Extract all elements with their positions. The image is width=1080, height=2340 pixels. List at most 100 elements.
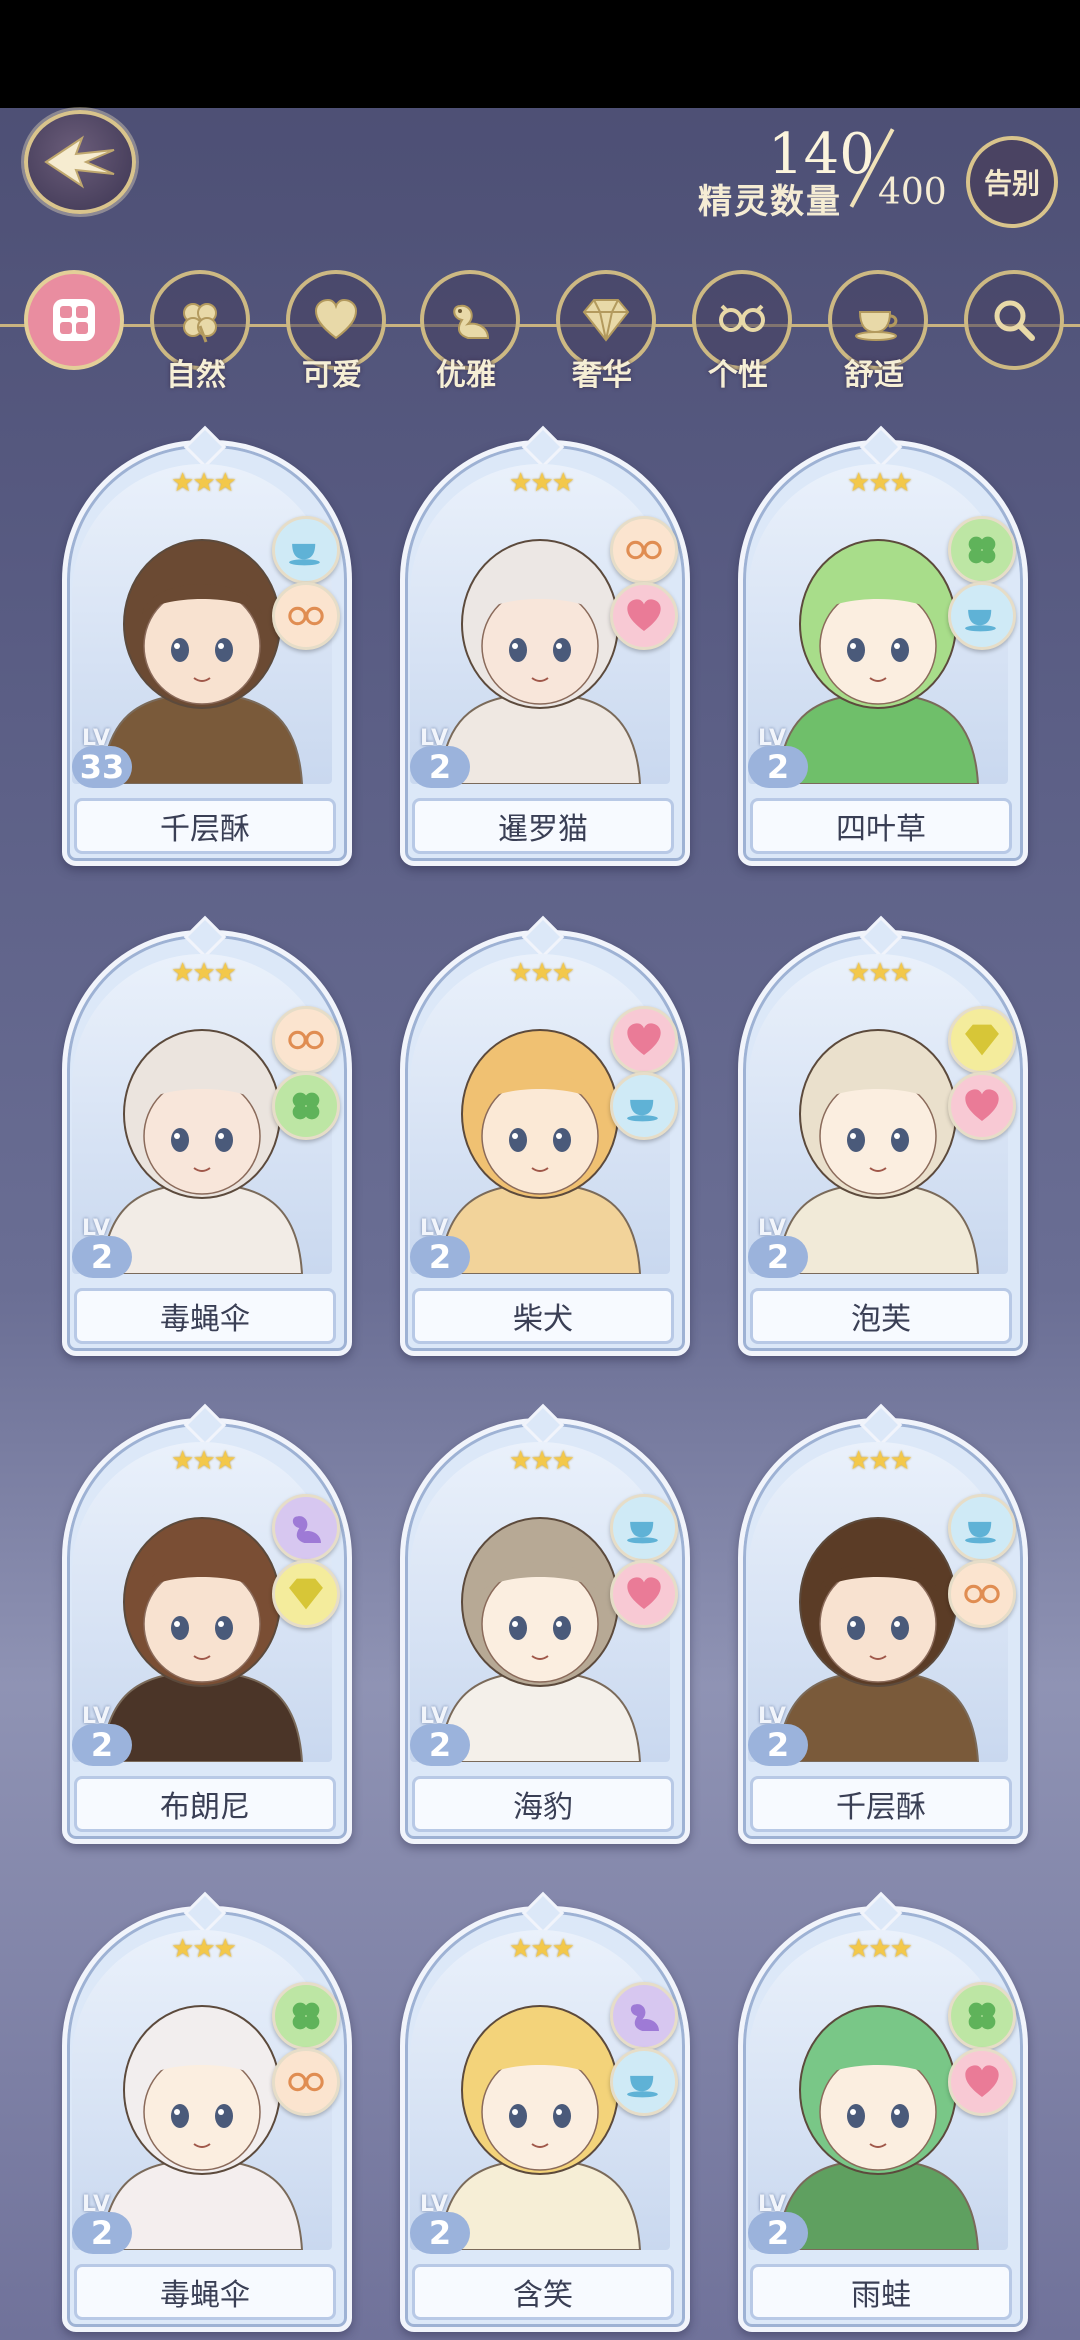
level-badge: LV 2 — [744, 1704, 810, 1770]
level-value: 2 — [748, 746, 808, 788]
spirit-card[interactable]: ★★★ LV 2 柴犬 — [394, 915, 690, 1356]
level-value: 2 — [748, 1724, 808, 1766]
level-badge: LV 2 — [406, 726, 472, 792]
teacup-icon — [610, 1494, 678, 1562]
rarity-stars: ★★★ — [509, 1934, 575, 1964]
level-value: 2 — [748, 1236, 808, 1278]
heart-icon — [610, 582, 678, 650]
filter-glasses-button[interactable]: 个性 — [684, 270, 792, 393]
glasses-icon — [610, 516, 678, 584]
character-name: 暹罗猫 — [412, 798, 674, 854]
glasses-icon — [272, 2048, 340, 2116]
rarity-stars: ★★★ — [847, 958, 913, 988]
filter-label: 优雅 — [436, 358, 496, 393]
glasses-icon — [272, 1006, 340, 1074]
rarity-stars: ★★★ — [847, 1446, 913, 1476]
level-badge: LV 2 — [744, 726, 810, 792]
filter-label: 舒适 — [844, 358, 904, 393]
character-name: 含笑 — [412, 2264, 674, 2320]
filter-swan-button[interactable]: 优雅 — [412, 270, 520, 393]
rarity-stars: ★★★ — [171, 1934, 237, 1964]
heart-icon — [948, 2048, 1016, 2116]
character-name: 四叶草 — [750, 798, 1012, 854]
level-value: 2 — [410, 2212, 470, 2254]
teacup-icon — [948, 1494, 1016, 1562]
filter-bar: 自然 可爱 优雅 奢华 个性 舒适 — [0, 262, 1080, 393]
spirit-card[interactable]: ★★★ LV 2 布朗尼 — [56, 1403, 352, 1844]
rarity-stars: ★★★ — [509, 958, 575, 988]
filter-label: 奢华 — [572, 358, 632, 393]
spirit-card[interactable]: ★★★ LV 2 毒蝇伞 — [56, 1891, 352, 2332]
spirit-card[interactable]: ★★★ LV 2 暹罗猫 — [394, 425, 690, 866]
filter-diamond-button[interactable]: 奢华 — [548, 270, 656, 393]
level-badge: LV 33 — [68, 726, 134, 792]
level-value: 2 — [72, 1724, 132, 1766]
filter-heart-button[interactable]: 可爱 — [278, 270, 386, 393]
spirit-card[interactable]: ★★★ LV 2 雨蛙 — [732, 1891, 1028, 2332]
heart-icon — [610, 1006, 678, 1074]
level-badge: LV 2 — [744, 1216, 810, 1282]
level-value: 2 — [72, 2212, 132, 2254]
spirit-card[interactable]: ★★★ LV 2 千层酥 — [732, 1403, 1028, 1844]
swan-icon — [272, 1494, 340, 1562]
character-name: 雨蛙 — [750, 2264, 1012, 2320]
back-button[interactable] — [24, 110, 136, 214]
level-badge: LV 2 — [406, 1704, 472, 1770]
level-value: 2 — [748, 2212, 808, 2254]
back-arrow-icon — [44, 135, 115, 189]
filter-label: 自然 — [166, 358, 226, 393]
filter-label: 可爱 — [302, 358, 362, 393]
level-value: 2 — [410, 1236, 470, 1278]
rarity-stars: ★★★ — [847, 468, 913, 498]
diamond-icon — [272, 1560, 340, 1628]
filter-search-button[interactable] — [956, 270, 1064, 378]
farewell-button[interactable]: 告别 — [966, 136, 1058, 228]
clover-icon — [272, 1982, 340, 2050]
rarity-stars: ★★★ — [509, 468, 575, 498]
character-name: 毒蝇伞 — [74, 2264, 336, 2320]
rarity-stars: ★★★ — [171, 958, 237, 988]
level-value: 33 — [72, 746, 132, 788]
filter-grid-button[interactable] — [16, 270, 124, 378]
spirit-card[interactable]: ★★★ LV 2 海豹 — [394, 1403, 690, 1844]
character-name: 毒蝇伞 — [74, 1288, 336, 1344]
rarity-stars: ★★★ — [171, 1446, 237, 1476]
rarity-stars: ★★★ — [847, 1934, 913, 1964]
filter-teacup-button[interactable]: 舒适 — [820, 270, 928, 393]
character-name: 海豹 — [412, 1776, 674, 1832]
teacup-icon — [610, 2048, 678, 2116]
teacup-icon — [948, 582, 1016, 650]
teacup-icon — [610, 1072, 678, 1140]
character-name: 千层酥 — [750, 1776, 1012, 1832]
spirit-card[interactable]: ★★★ LV 2 泡芙 — [732, 915, 1028, 1356]
glasses-icon — [948, 1560, 1016, 1628]
rarity-stars: ★★★ — [509, 1446, 575, 1476]
level-badge: LV 2 — [744, 2192, 810, 2258]
spirit-card[interactable]: ★★★ LV 33 千层酥 — [56, 425, 352, 866]
clover-icon — [272, 1072, 340, 1140]
spirit-card[interactable]: ★★★ LV 2 四叶草 — [732, 425, 1028, 866]
spirit-count-max: 400 — [878, 172, 947, 213]
character-name: 柴犬 — [412, 1288, 674, 1344]
character-name: 泡芙 — [750, 1288, 1012, 1344]
teacup-icon — [272, 516, 340, 584]
character-name: 布朗尼 — [74, 1776, 336, 1832]
grid-icon — [24, 270, 124, 370]
spirit-card[interactable]: ★★★ LV 2 毒蝇伞 — [56, 915, 352, 1356]
swan-icon — [610, 1982, 678, 2050]
status-bar — [0, 0, 1080, 108]
level-badge: LV 2 — [68, 1216, 134, 1282]
level-badge: LV 2 — [406, 2192, 472, 2258]
filter-label: 个性 — [708, 358, 768, 393]
level-badge: LV 2 — [68, 2192, 134, 2258]
level-value: 2 — [72, 1236, 132, 1278]
glasses-icon — [272, 582, 340, 650]
level-badge: LV 2 — [406, 1216, 472, 1282]
spirit-card[interactable]: ★★★ LV 2 含笑 — [394, 1891, 690, 2332]
heart-icon — [610, 1560, 678, 1628]
clover-icon — [948, 516, 1016, 584]
level-value: 2 — [410, 746, 470, 788]
spirit-count: 140 400 精灵数量 — [690, 122, 950, 222]
rarity-stars: ★★★ — [171, 468, 237, 498]
filter-clover-button[interactable]: 自然 — [142, 270, 250, 393]
